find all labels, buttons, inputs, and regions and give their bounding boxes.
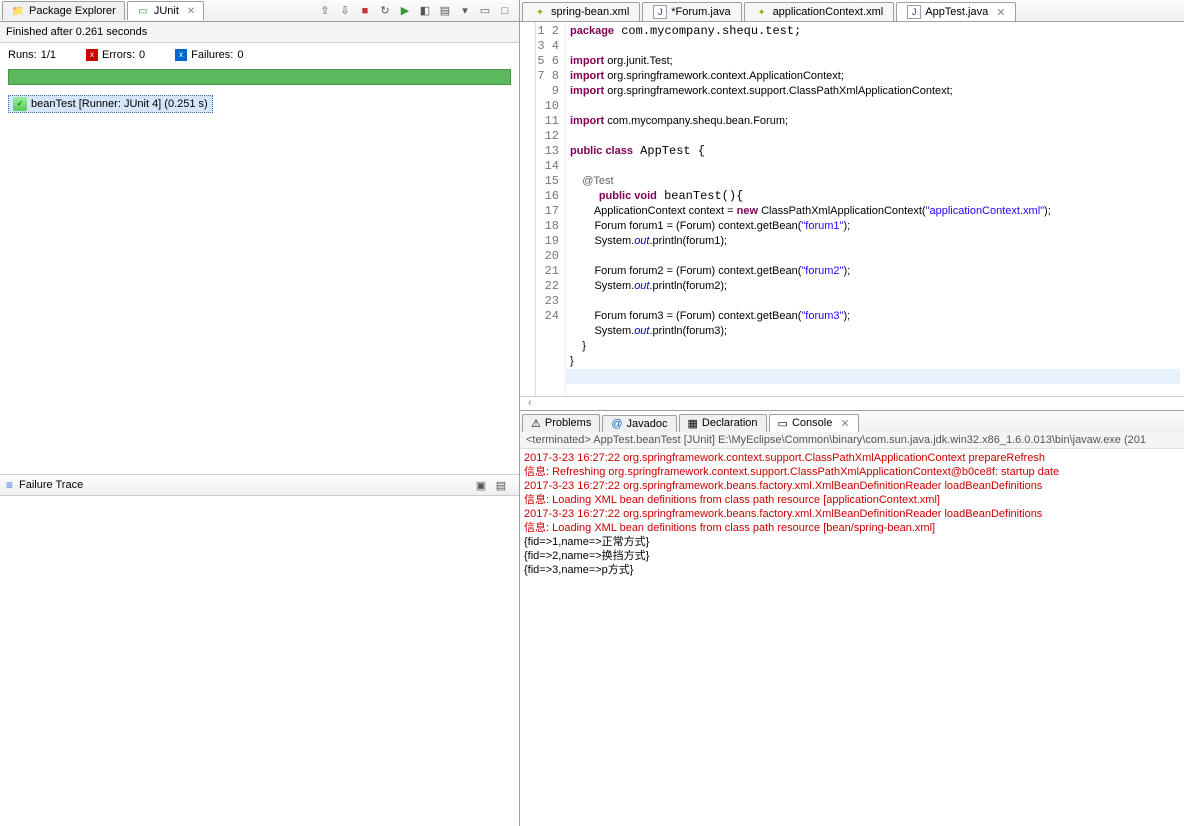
close-icon[interactable]: ✕ xyxy=(840,417,849,430)
code-editor[interactable]: package package com.mycompany.shequ.test… xyxy=(566,22,1184,396)
rerun-icon[interactable]: ↻ xyxy=(377,3,393,19)
error-icon: x xyxy=(86,49,98,61)
tab-declaration[interactable]: ▦ Declaration xyxy=(679,414,767,432)
compare-icon[interactable]: ▣ xyxy=(473,477,489,493)
close-icon[interactable]: ✕ xyxy=(187,6,195,17)
test-item-label: beanTest [Runner: JUnit 4] (0.251 s) xyxy=(31,98,208,110)
stop-icon[interactable]: ■ xyxy=(357,3,373,19)
test-pass-icon: ✓ xyxy=(13,97,27,111)
failure-trace-title: Failure Trace xyxy=(19,479,83,491)
pin-icon[interactable]: ▾ xyxy=(457,3,473,19)
errors-stat: x Errors: 0 xyxy=(86,49,145,61)
left-pane: 📁 Package Explorer ▭ JUnit ✕ ⇧ ⇩ ■ ↻ ▶ ◧… xyxy=(0,0,520,826)
failure-icon: x xyxy=(175,49,187,61)
tab-package-explorer[interactable]: 📁 Package Explorer xyxy=(2,1,125,20)
bottom-tabs: ⚠ Problems @ Javadoc ▦ Declaration ▭ Con… xyxy=(520,410,1184,432)
right-pane: ✦ spring-bean.xml J *Forum.java ✦ applic… xyxy=(520,0,1184,826)
java-file-icon: J xyxy=(653,5,667,19)
junit-toolbar: ⇧ ⇩ ■ ↻ ▶ ◧ ▤ ▾ ▭ □ xyxy=(317,3,517,19)
junit-stats: Runs: 1/1 x Errors: 0 x Failures: 0 xyxy=(0,43,519,67)
close-icon[interactable]: ✕ xyxy=(996,6,1005,19)
failures-stat: x Failures: 0 xyxy=(175,49,243,61)
tab-javadoc[interactable]: @ Javadoc xyxy=(602,415,676,432)
trace-menu-icon[interactable]: ≡ xyxy=(6,478,13,492)
xml-file-icon: ✦ xyxy=(755,5,769,19)
editor-tabs: ✦ spring-bean.xml J *Forum.java ✦ applic… xyxy=(520,0,1184,22)
filter-icon[interactable]: ▤ xyxy=(493,477,509,493)
rerun-failed-icon[interactable]: ▶ xyxy=(397,3,413,19)
marker-gutter[interactable] xyxy=(520,22,536,396)
line-numbers: 1 2 3 4 5 6 7 8 9 10 11 12 13 14 15 16 1… xyxy=(536,22,566,396)
history-icon[interactable]: ◧ xyxy=(417,3,433,19)
next-icon[interactable]: ⇩ xyxy=(337,3,353,19)
junit-status: Finished after 0.261 seconds xyxy=(0,22,519,43)
failure-trace-body[interactable] xyxy=(0,496,519,826)
tab-problems[interactable]: ⚠ Problems xyxy=(522,414,600,432)
tab-label: Package Explorer xyxy=(29,5,116,17)
junit-icon: ▭ xyxy=(136,4,150,18)
editor-scrollbar[interactable]: ‹ xyxy=(520,396,1184,410)
xml-file-icon: ✦ xyxy=(533,5,547,19)
lock-icon[interactable]: ▤ xyxy=(437,3,453,19)
console-header: <terminated> AppTest.beanTest [JUnit] E:… xyxy=(520,432,1184,449)
console-output[interactable]: 2017-3-23 16:27:22 org.springframework.c… xyxy=(520,449,1184,826)
problems-icon: ⚠ xyxy=(531,417,541,430)
progress-bar xyxy=(8,69,511,85)
finished-text: Finished after 0.261 seconds xyxy=(6,26,147,38)
javadoc-icon: @ xyxy=(611,418,622,430)
java-file-icon: J xyxy=(907,5,921,19)
console-icon: ▭ xyxy=(778,417,788,430)
tab-label: JUnit xyxy=(154,5,179,17)
left-tab-row: 📁 Package Explorer ▭ JUnit ✕ ⇧ ⇩ ■ ↻ ▶ ◧… xyxy=(0,0,519,22)
maximize-icon[interactable]: □ xyxy=(497,3,513,19)
package-explorer-icon: 📁 xyxy=(11,4,25,18)
minimize-icon[interactable]: ▭ xyxy=(477,3,493,19)
tab-junit[interactable]: ▭ JUnit ✕ xyxy=(127,1,204,20)
prev-icon[interactable]: ⇧ xyxy=(317,3,333,19)
test-item[interactable]: ✓ beanTest [Runner: JUnit 4] (0.251 s) xyxy=(8,95,213,113)
runs-stat: Runs: 1/1 xyxy=(8,49,56,61)
tab-console[interactable]: ▭ Console ✕ xyxy=(769,414,859,432)
editor-tab-apptest[interactable]: J AppTest.java ✕ xyxy=(896,2,1016,21)
editor-area[interactable]: 1 2 3 4 5 6 7 8 9 10 11 12 13 14 15 16 1… xyxy=(520,22,1184,396)
failure-trace-header: ≡ Failure Trace ▣ ▤ xyxy=(0,474,519,496)
editor-tab-spring-bean[interactable]: ✦ spring-bean.xml xyxy=(522,2,640,21)
editor-tab-forum[interactable]: J *Forum.java xyxy=(642,2,741,21)
editor-tab-appcontext[interactable]: ✦ applicationContext.xml xyxy=(744,2,895,21)
declaration-icon: ▦ xyxy=(688,417,698,430)
test-tree[interactable]: ✓ beanTest [Runner: JUnit 4] (0.251 s) xyxy=(0,91,519,474)
